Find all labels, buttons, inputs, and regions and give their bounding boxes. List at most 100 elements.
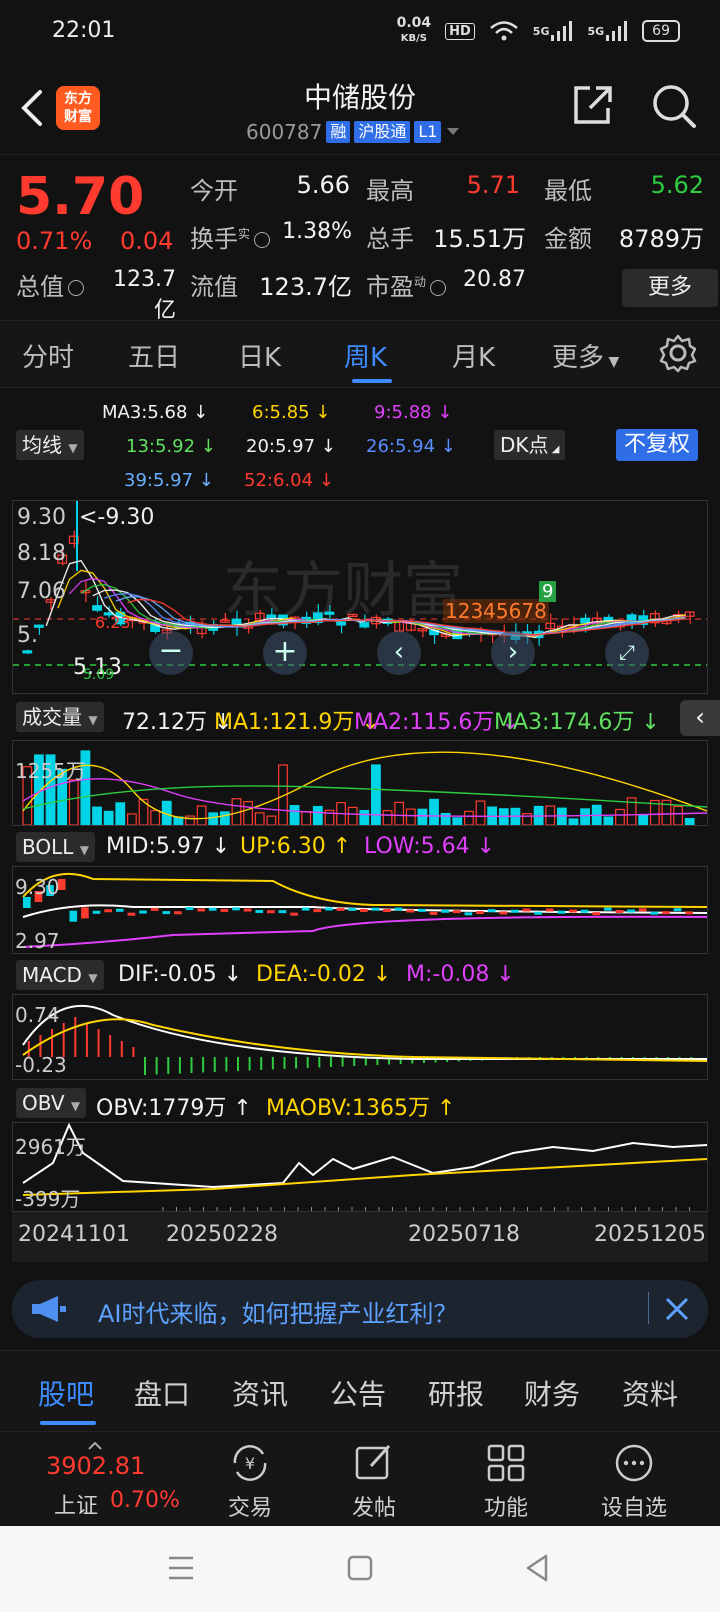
tab-profile[interactable]: 资料 <box>622 1373 678 1413</box>
index-value: 3902.81 <box>46 1452 146 1480</box>
macd-y-bottom: -0.23 <box>15 1053 67 1077</box>
functions-button[interactable]: 功能 <box>456 1440 556 1522</box>
scroll-right-button[interactable]: › <box>491 631 535 675</box>
banner-text: AI时代来临，如何把握产业红利？ <box>98 1300 458 1328</box>
macd-selector[interactable]: MACD ▼ <box>16 960 104 990</box>
turnover-value: 1.38% <box>282 219 352 244</box>
margin-tag: 融 <box>326 121 351 143</box>
grid-icon <box>487 1444 525 1482</box>
date-label-4: 20251205 <box>594 1222 706 1247</box>
zoom-in-button[interactable]: + <box>263 631 307 675</box>
float-label: 流值 <box>190 273 238 301</box>
tab-orderbook[interactable]: 盘口 <box>134 1373 190 1413</box>
volume-plot <box>22 750 707 825</box>
volume-selector[interactable]: 成交量 ▼ <box>16 702 104 732</box>
more-dots-icon <box>615 1444 653 1482</box>
dk-nine-badge: 9 <box>539 581 557 602</box>
tab-forum[interactable]: 股吧 <box>38 1373 94 1413</box>
low-price-label: 5.09 <box>83 667 115 683</box>
open-value: 5.66 <box>296 171 350 199</box>
obv-selector[interactable]: OBV ▼ <box>16 1088 87 1118</box>
vol-y-label: 1255万 <box>15 759 86 783</box>
macd-m: M:-0.08 ↓ <box>406 962 515 987</box>
battery-icon: 69 <box>642 20 680 42</box>
caret-up-icon <box>88 1442 102 1450</box>
stock-code: 600787 <box>246 120 323 144</box>
tab-announcements[interactable]: 公告 <box>330 1373 386 1413</box>
trade-button[interactable]: ¥ 交易 <box>200 1440 300 1522</box>
megaphone-icon <box>32 1296 66 1322</box>
macd-chart[interactable]: 0.74 -0.23 <box>12 994 708 1080</box>
post-button[interactable]: 发帖 <box>324 1440 424 1522</box>
boll-plot <box>22 872 707 948</box>
add-watchlist-button[interactable]: 设自选 <box>584 1440 684 1522</box>
vol-ma3: MA3:174.6万 ↓ <box>494 710 660 735</box>
volume-value: 15.51万 <box>433 225 526 253</box>
obv-plot <box>22 1123 707 1211</box>
high-value: 5.71 <box>466 171 520 199</box>
macd-dif: DIF:-0.05 ↓ <box>118 962 243 987</box>
tab-research[interactable]: 研报 <box>428 1373 484 1413</box>
dk-point-button[interactable]: DK点 ◢ <box>494 430 566 460</box>
kline-chart[interactable]: 东方财富 9.30 8.18 7.06 5. 5.13 <-9.30 6.23 … <box>12 500 708 694</box>
pe-label: 市盈动 <box>366 267 447 302</box>
zoom-out-button[interactable]: − <box>149 631 193 675</box>
tab-monthly-k[interactable]: 月K <box>452 337 495 374</box>
date-label-2: 20250228 <box>166 1222 278 1247</box>
tab-finance[interactable]: 财务 <box>524 1373 580 1413</box>
info-icon <box>430 280 447 296</box>
scroll-left-button[interactable]: ‹ <box>377 631 421 675</box>
period-tabs: 分时 五日 日K 周K 月K 更多 ▼ <box>0 320 720 388</box>
tab-intraday[interactable]: 分时 <box>22 337 74 374</box>
settings-gear-icon[interactable] <box>658 333 698 373</box>
boll-chart[interactable]: 9.30 2.97 <box>12 866 708 954</box>
share-icon[interactable] <box>570 84 614 128</box>
fullscreen-button[interactable]: ⤢ <box>605 631 649 675</box>
close-icon[interactable] <box>662 1294 692 1324</box>
volume-chart[interactable]: 1255万 <box>12 740 708 826</box>
adjust-mode-button[interactable]: 不复权 <box>616 429 699 461</box>
obv-chart[interactable]: 2961万 -399万 <box>12 1122 708 1212</box>
boll-y-top: 9.30 <box>15 875 60 899</box>
dropdown-arrow-icon <box>447 128 460 135</box>
boll-y-bottom: 2.97 <box>15 929 60 953</box>
menu-icon[interactable] <box>166 1554 196 1582</box>
action-bar: 3902.81 上证 0.70% ¥ 交易 发帖 功能 设自选 <box>0 1432 720 1526</box>
tab-weekly-k[interactable]: 周K <box>344 337 387 374</box>
boll-low: LOW:5.64 ↓ <box>364 834 496 859</box>
stock-code-row[interactable]: 600787 融 沪股通 L1 <box>246 120 461 144</box>
tab-five-day[interactable]: 五日 <box>128 337 180 374</box>
info-icon <box>254 232 271 248</box>
macd-dea: DEA:-0.02 ↓ <box>256 962 392 987</box>
tab-daily-k[interactable]: 日K <box>238 337 281 374</box>
boll-up: UP:6.30 ↑ <box>240 834 352 859</box>
back-nav-icon[interactable] <box>522 1552 552 1584</box>
date-label-1: 20241101 <box>18 1222 130 1247</box>
indicator-selector[interactable]: 均线 ▼ <box>16 430 84 460</box>
home-icon[interactable] <box>346 1554 374 1582</box>
obv-y-bottom: -399万 <box>15 1187 81 1211</box>
tab-news[interactable]: 资讯 <box>232 1373 288 1413</box>
mktcap-label: 总值 <box>16 267 84 302</box>
hd-icon: HD <box>445 22 475 40</box>
y-label-3: 7.06 <box>17 579 66 604</box>
date-axis: 20241101 20250228 20250718 20251205 <box>12 1212 708 1262</box>
collapse-panel-button[interactable]: ‹ <box>680 700 720 736</box>
more-button[interactable]: 更多 <box>622 269 718 307</box>
low-label: 最低 <box>544 177 592 205</box>
pe-value: 20.87 <box>463 267 526 292</box>
search-icon[interactable] <box>650 82 698 130</box>
boll-selector[interactable]: BOLL ▼ <box>16 832 95 862</box>
ma9-legend: 9:5.88 ↓ <box>374 402 453 423</box>
float-value: 123.7亿 <box>259 273 352 301</box>
ma39-legend: 39:5.97 ↓ <box>124 470 214 491</box>
y-label-2: 8.18 <box>17 541 66 566</box>
macd-plot <box>22 1005 707 1075</box>
y-label-4: 5. <box>17 623 38 648</box>
macd-y-top: 0.74 <box>15 1003 60 1027</box>
tab-more[interactable]: 更多 ▼ <box>552 337 619 374</box>
watermark: 东方财富 <box>223 557 463 624</box>
index-pct: 0.70% <box>110 1488 180 1513</box>
ai-banner[interactable]: AI时代来临，如何把握产业红利？ <box>12 1280 708 1338</box>
amount-value: 8789万 <box>618 225 704 253</box>
